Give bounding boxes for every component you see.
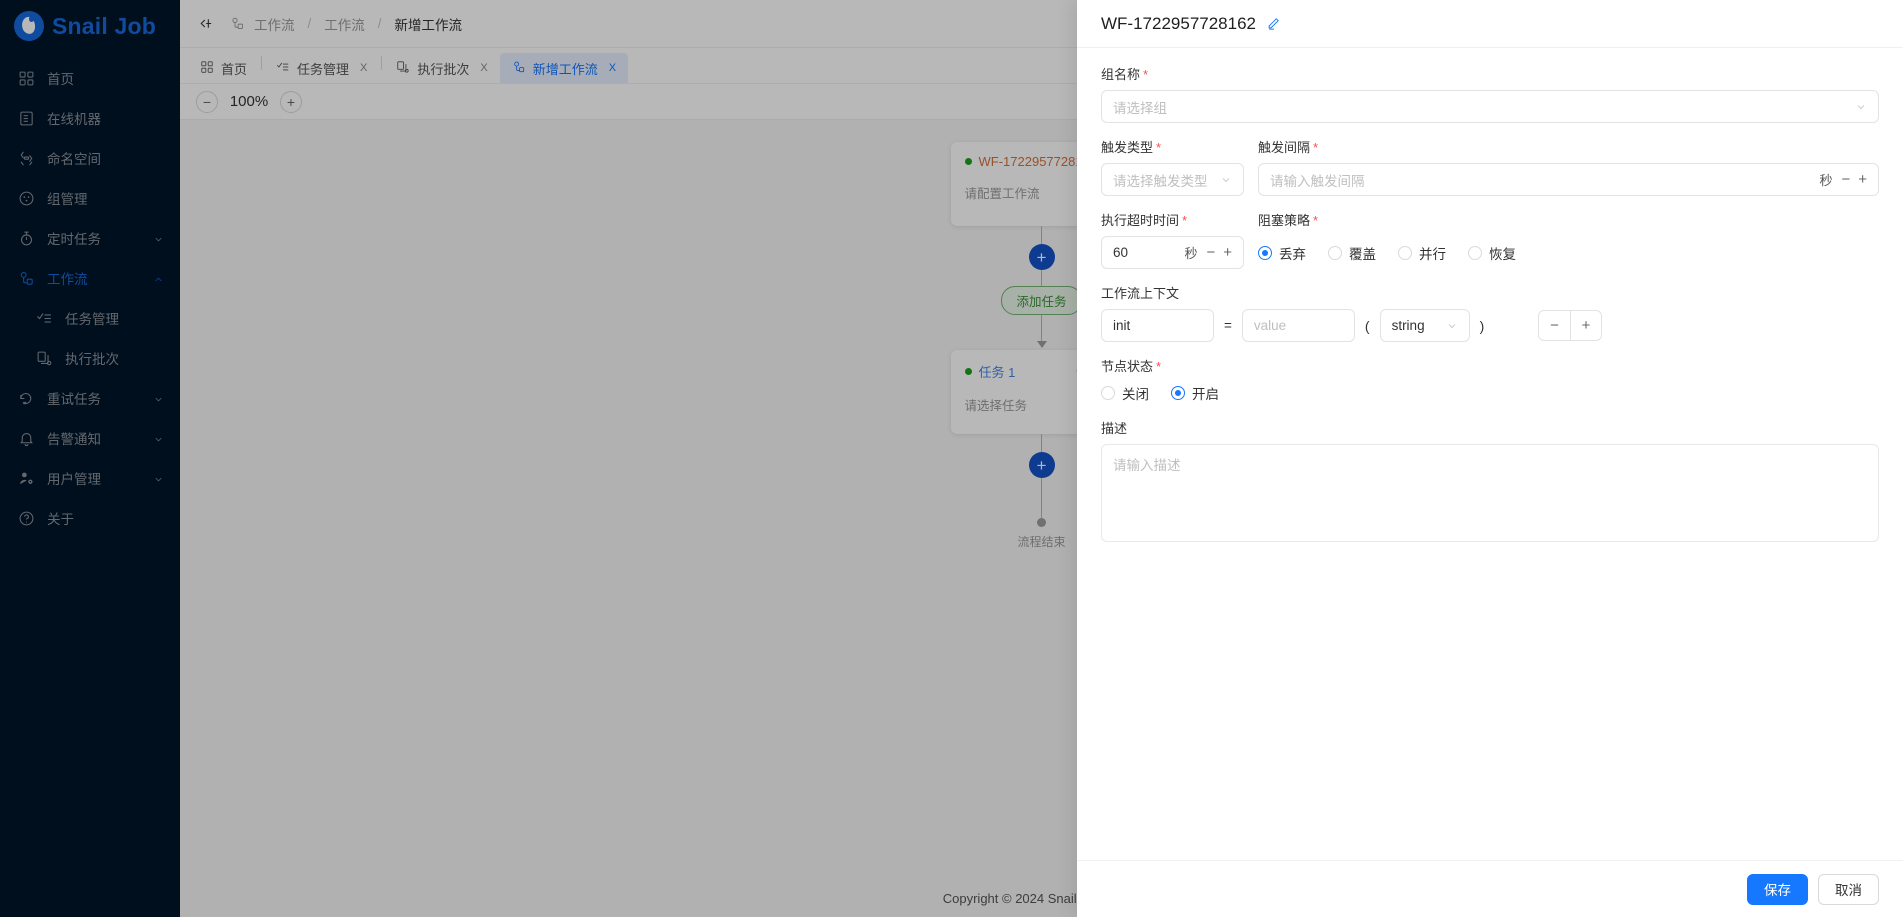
chevron-down-icon: [1446, 320, 1458, 332]
field-label: 节点状态 *: [1101, 356, 1879, 375]
node-status-radio-group: 关闭 开启: [1101, 382, 1879, 404]
field-label: 组名称 *: [1101, 64, 1879, 83]
radio-block-strategy-overwrite[interactable]: 覆盖: [1328, 243, 1376, 263]
radio-label: 关闭: [1122, 387, 1149, 402]
radio-indicator: [1398, 245, 1412, 260]
field-label: 执行超时时间 *: [1101, 210, 1244, 229]
cancel-button[interactable]: 取消: [1818, 873, 1879, 905]
context-remove-row-button[interactable]: −: [1539, 318, 1570, 333]
context-paren-open: (: [1364, 317, 1370, 334]
stepper-decrement[interactable]: −: [1206, 245, 1215, 260]
stepper-increment[interactable]: +: [1223, 245, 1232, 260]
context-equals-label: =: [1224, 318, 1232, 333]
radio-indicator: [1468, 245, 1482, 260]
drawer-header: WF-1722957728162: [1077, 0, 1903, 48]
field-label-text: 节点状态: [1101, 359, 1154, 374]
exec-timeout-value: 60: [1113, 245, 1129, 260]
context-value-input[interactable]: value: [1241, 309, 1355, 342]
field-trigger-interval: 触发间隔 * 请输入触发间隔 秒 − +: [1258, 137, 1879, 196]
drawer-title: WF-1722957728162: [1101, 13, 1257, 33]
exec-timeout-input[interactable]: 60 秒 − +: [1101, 236, 1244, 269]
field-block-strategy: 阻塞策略 * 丢弃 覆盖 并行 恢复: [1258, 210, 1879, 269]
required-marker: *: [1143, 67, 1149, 82]
field-label: 触发类型 *: [1101, 137, 1244, 156]
context-row-stepper: − +: [1538, 310, 1603, 341]
unit-label: 秒: [1819, 173, 1833, 188]
required-marker: *: [1313, 140, 1319, 155]
required-marker: *: [1156, 359, 1162, 374]
description-placeholder: 请输入描述: [1113, 458, 1181, 473]
stepper: − +: [1841, 172, 1867, 187]
radio-block-strategy-recover[interactable]: 恢复: [1468, 243, 1516, 263]
context-key-value: init: [1113, 318, 1131, 333]
drawer-form: 组名称 * 请选择组 触发类型 * 请选择触发类型 触发间隔 * 请输入触发间隔…: [1077, 48, 1903, 860]
field-label-text: 阻塞策略: [1258, 213, 1311, 228]
radio-label: 恢复: [1489, 246, 1516, 262]
group-name-select[interactable]: 请选择组: [1101, 90, 1879, 123]
stepper-decrement[interactable]: −: [1841, 172, 1850, 187]
context-value-placeholder: value: [1253, 318, 1287, 333]
context-row: init = value ( string ) − +: [1101, 309, 1879, 342]
radio-indicator: [1171, 386, 1185, 400]
radio-indicator: [1258, 245, 1272, 260]
field-trigger-type: 触发类型 * 请选择触发类型: [1101, 137, 1244, 196]
block-strategy-radio-group: 丢弃 覆盖 并行 恢复: [1258, 236, 1879, 269]
field-label-text: 工作流上下文: [1101, 286, 1180, 301]
stepper-increment[interactable]: +: [1858, 172, 1867, 187]
drawer-footer: 保存 取消: [1077, 860, 1903, 917]
field-label-text: 描述: [1101, 421, 1128, 436]
stepper: − +: [1206, 245, 1232, 260]
field-label-text: 触发间隔: [1258, 140, 1311, 155]
radio-block-strategy-discard[interactable]: 丢弃: [1258, 243, 1306, 263]
radio-block-strategy-parallel[interactable]: 并行: [1398, 243, 1446, 263]
required-marker: *: [1313, 213, 1319, 228]
context-add-row-button[interactable]: +: [1571, 318, 1602, 333]
field-node-status: 节点状态 * 关闭 开启: [1101, 356, 1879, 404]
row-timeout-block: 执行超时时间 * 60 秒 − + 阻塞策略 * 丢弃 覆盖 并行 恢复: [1101, 210, 1879, 283]
field-description: 描述 请输入描述: [1101, 418, 1879, 542]
required-marker: *: [1182, 213, 1188, 228]
field-label-text: 组名称: [1101, 67, 1141, 82]
trigger-type-select[interactable]: 请选择触发类型: [1101, 163, 1244, 196]
context-type-select[interactable]: string: [1379, 309, 1470, 342]
radio-node-status-off[interactable]: 关闭: [1101, 383, 1149, 403]
context-type-value: string: [1391, 318, 1425, 333]
trigger-interval-input[interactable]: 请输入触发间隔 秒 − +: [1258, 163, 1879, 196]
radio-indicator: [1101, 386, 1115, 400]
chevron-down-icon: [1220, 174, 1232, 186]
app-root: Snail Job 首页 在线机器 命名空间 组管理 定时任务 工作流 任务管理…: [0, 0, 1903, 917]
description-textarea[interactable]: 请输入描述: [1101, 444, 1879, 542]
field-label: 阻塞策略 *: [1258, 210, 1879, 229]
context-key-input[interactable]: init: [1101, 309, 1214, 342]
exec-timeout-suffix: 秒 − +: [1184, 243, 1232, 262]
unit-label: 秒: [1184, 246, 1198, 261]
field-label: 工作流上下文: [1101, 283, 1879, 302]
field-label: 触发间隔 *: [1258, 137, 1879, 156]
radio-label: 并行: [1419, 246, 1446, 262]
chevron-down-icon: [1855, 101, 1867, 113]
required-marker: *: [1156, 140, 1162, 155]
radio-indicator: [1328, 245, 1342, 260]
radio-label: 开启: [1192, 387, 1219, 402]
row-trigger: 触发类型 * 请选择触发类型 触发间隔 * 请输入触发间隔 秒 − +: [1101, 137, 1879, 210]
field-workflow-context: 工作流上下文 init = value ( string ) − +: [1101, 283, 1879, 342]
workflow-settings-drawer: WF-1722957728162 组名称 * 请选择组 触发类型 * 请选择触发…: [1077, 0, 1903, 917]
context-paren-close: ): [1479, 317, 1485, 334]
field-label: 描述: [1101, 418, 1879, 437]
field-label-text: 触发类型: [1101, 140, 1154, 155]
radio-label: 覆盖: [1349, 246, 1376, 262]
field-label-text: 执行超时时间: [1101, 213, 1180, 228]
group-name-placeholder: 请选择组: [1113, 100, 1167, 116]
field-exec-timeout: 执行超时时间 * 60 秒 − +: [1101, 210, 1244, 269]
pencil-edit-icon[interactable]: [1266, 16, 1281, 31]
field-group-name: 组名称 * 请选择组: [1101, 64, 1879, 123]
trigger-type-placeholder: 请选择触发类型: [1113, 173, 1208, 189]
radio-node-status-on[interactable]: 开启: [1171, 383, 1219, 403]
trigger-interval-placeholder: 请输入触发间隔: [1270, 173, 1365, 189]
save-button[interactable]: 保存: [1747, 873, 1808, 905]
trigger-interval-suffix: 秒 − +: [1819, 170, 1867, 189]
radio-label: 丢弃: [1279, 246, 1306, 262]
